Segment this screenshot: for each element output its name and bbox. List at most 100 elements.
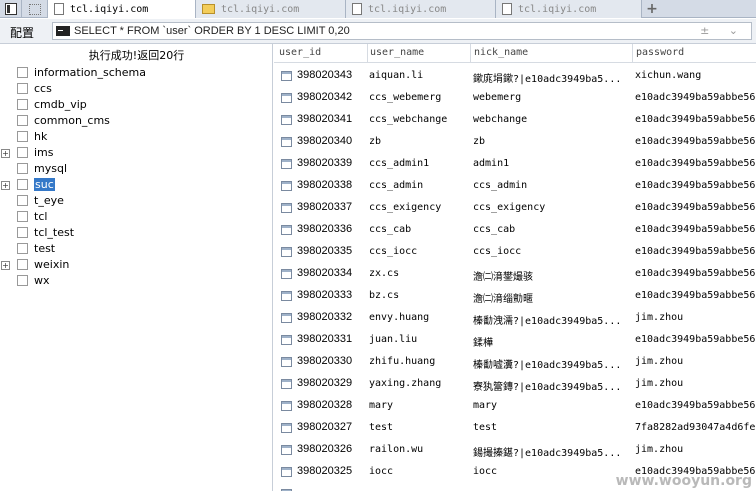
database-checkbox[interactable] (17, 147, 28, 158)
table-row[interactable]: 398020335 ccs_iocc ccs_iocc e10adc3949ba59a… (274, 242, 756, 264)
table-row[interactable]: 398020337 ccs_exigency ccs_exigency e10adc3… (274, 198, 756, 220)
database-item[interactable]: test (0, 241, 270, 257)
database-item[interactable]: wx (0, 273, 270, 289)
database-checkbox[interactable] (17, 259, 28, 270)
table-row[interactable]: 398020343 aiquan.li 鏉庣埍鏉?|e10adc3949ba5...… (274, 66, 756, 88)
table-row[interactable]: 398020341 ccs_webchange webchange e10adc394… (274, 110, 756, 132)
panel-toggle-icon[interactable] (0, 0, 22, 18)
config-button[interactable]: 配置 (10, 24, 34, 41)
cell-password: e10adc3949ba59abbe56 (635, 202, 756, 213)
database-item[interactable]: t_eye (0, 193, 270, 209)
cell-password: e10adc3949ba59abbe56 (635, 114, 756, 125)
tab-label: tcl.iqiyi.com (368, 3, 447, 15)
cell-user-id: 398020337 (297, 201, 353, 213)
database-item[interactable]: ccs (0, 81, 270, 97)
row-icon (281, 159, 292, 169)
table-row[interactable]: 398020339 ccs_admin1 admin1 e10adc3949ba59a… (274, 154, 756, 176)
cell-nick-name: test (473, 422, 498, 433)
column-header-nick-name[interactable]: nick_name (474, 47, 528, 58)
database-checkbox[interactable] (17, 179, 28, 190)
row-icon (281, 71, 292, 81)
page-icon (502, 3, 512, 15)
table-row[interactable]: 398020327 test test 7fa8282ad93047a4d6fe (274, 418, 756, 440)
database-panel: 执行成功!返回20行 information_schema ccs cmdb_vip… (0, 44, 273, 491)
table-row[interactable]: 398020338 ccs_admin ccs_admin e10adc3949ba5… (274, 176, 756, 198)
cell-password: e10adc3949ba59abbe56 (635, 268, 756, 279)
row-icon (281, 445, 292, 455)
table-row[interactable]: 398020340 zb zb e10adc3949ba59abbe56 (274, 132, 756, 154)
status-message: 执行成功!返回20行 (88, 49, 185, 62)
tab-1[interactable]: tcl.iqiyi.com (48, 0, 196, 18)
row-icon (281, 467, 292, 477)
database-name: test (34, 242, 56, 255)
cell-user-id: 398020341 (297, 113, 353, 125)
expand-icon[interactable]: + (1, 149, 10, 158)
table-row[interactable]: 398020330 zhifu.huang 榛勫嘘瀵?|e10adc3949ba5.… (274, 352, 756, 374)
cell-user-id: 398020340 (297, 135, 353, 147)
tab-4[interactable]: tcl.iqiyi.com (496, 0, 642, 18)
add-tab-button[interactable]: + (642, 0, 662, 17)
cell-password: e10adc3949ba59abbe56 (635, 180, 756, 191)
table-row[interactable]: 398020328 mary mary e10adc3949ba59abbe56 (274, 396, 756, 418)
database-checkbox[interactable] (17, 83, 28, 94)
cell-user-id: 398020328 (297, 399, 353, 411)
cell-nick-name: 鍚撮搸鍖?|e10adc3949ba5... (473, 448, 622, 459)
tab-2[interactable]: tcl.iqiyi.com (196, 0, 346, 18)
table-row[interactable]: 398020331 juan.liu 鍒樺 e10adc3949ba59abbe56 (274, 330, 756, 352)
database-item[interactable]: tcl (0, 209, 270, 225)
cell-nick-name: 鏉庣埍鏉?|e10adc3949ba5... (473, 74, 622, 85)
column-header-user-id[interactable]: user_id (279, 47, 321, 58)
cell-password: e10adc3949ba59abbe56 (635, 246, 756, 257)
database-item[interactable]: + weixin (0, 257, 270, 273)
database-name: suc (34, 178, 55, 191)
cell-user-name: yaxing.zhang (369, 378, 442, 389)
table-row[interactable]: 398020334 zx.cs 澹㈡湇鐢熶骇 e10adc3949ba59abbe56 (274, 264, 756, 286)
table-row[interactable]: 398020332 envy.huang 榛勫洩濡?|e10adc3949ba5..… (274, 308, 756, 330)
query-controls[interactable]: ± ⌄ (700, 24, 746, 37)
database-checkbox[interactable] (17, 99, 28, 110)
database-item[interactable]: mysql (0, 161, 270, 177)
new-window-icon[interactable] (22, 0, 48, 18)
cell-user-name: iocc (369, 466, 394, 477)
row-icon (281, 269, 292, 279)
cell-user-name: aiquan.li (369, 70, 424, 81)
database-checkbox[interactable] (17, 163, 28, 174)
row-icon (281, 291, 292, 301)
database-item[interactable]: + ims (0, 145, 270, 161)
cell-password: jim.zhou (635, 312, 684, 323)
expand-icon[interactable]: + (1, 181, 10, 190)
database-checkbox[interactable] (17, 115, 28, 126)
row-icon (281, 335, 292, 345)
database-checkbox[interactable] (17, 227, 28, 238)
row-icon (281, 247, 292, 257)
database-checkbox[interactable] (17, 195, 28, 206)
row-icon (281, 137, 292, 147)
database-item[interactable]: tcl_test (0, 225, 270, 241)
row-icon (281, 93, 292, 103)
database-item[interactable]: information_schema (0, 65, 270, 81)
database-checkbox[interactable] (17, 275, 28, 286)
database-checkbox[interactable] (17, 211, 28, 222)
database-checkbox[interactable] (17, 67, 28, 78)
database-checkbox[interactable] (17, 243, 28, 254)
cell-user-name: ccs_exigency (369, 202, 442, 213)
tab-3[interactable]: tcl.iqiyi.com (346, 0, 496, 18)
database-item[interactable]: hk (0, 129, 270, 145)
database-item[interactable]: + suc (0, 177, 270, 193)
table-row[interactable]: 398020329 yaxing.zhang 寮犱簹鏄?|e10adc3949ba5… (274, 374, 756, 396)
database-item[interactable]: cmdb_vip (0, 97, 270, 113)
table-row[interactable]: 398020336 ccs_cab ccs_cab e10adc3949ba59abb… (274, 220, 756, 242)
table-row[interactable]: 398020326 railon.wu 鍚撮搸鍖?|e10adc3949ba5...… (274, 440, 756, 462)
sql-query-input[interactable]: SELECT * FROM `user` ORDER BY 1 DESC LIM… (52, 22, 752, 40)
cell-nick-name: 澹㈡湇缁勯暱 (473, 294, 533, 305)
cell-nick-name: 榛勫洩濡?|e10adc3949ba5... (473, 316, 622, 327)
table-row[interactable]: 398020333 bz.cs 澹㈡湇缁勯暱 e10adc3949ba59abbe56 (274, 286, 756, 308)
expand-icon[interactable]: + (1, 261, 10, 270)
database-name: tcl (34, 210, 48, 223)
database-checkbox[interactable] (17, 131, 28, 142)
database-item[interactable]: common_cms (0, 113, 270, 129)
table-row[interactable]: 398020342 ccs_webemerg webemerg e10adc3949b… (274, 88, 756, 110)
column-header-password[interactable]: password (636, 47, 684, 58)
column-header-user-name[interactable]: user_name (370, 47, 424, 58)
tab-label: tcl.iqiyi.com (518, 3, 597, 15)
